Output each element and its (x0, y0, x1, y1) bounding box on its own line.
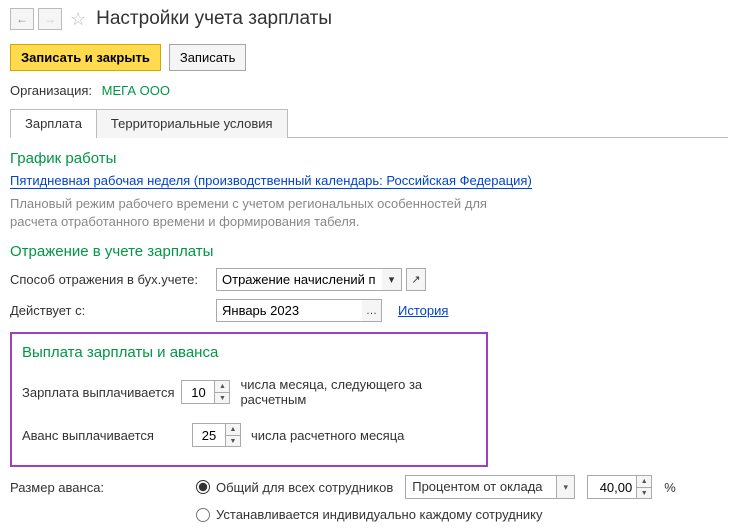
tab-salary[interactable]: Зарплата (10, 109, 97, 138)
org-label: Организация: (10, 83, 92, 98)
advance-percent-input[interactable] (588, 476, 636, 498)
advance-method-dropdown[interactable]: Процентом от оклада ▾ (405, 475, 575, 499)
history-link[interactable]: История (398, 303, 448, 318)
schedule-link[interactable]: Пятидневная рабочая неделя (производстве… (10, 173, 532, 189)
advance-method-arrow-icon[interactable]: ▾ (556, 476, 574, 498)
back-button[interactable]: ← (10, 8, 34, 30)
salary-day-input[interactable] (182, 381, 214, 403)
method-dropdown-icon[interactable]: ▾ (382, 268, 402, 291)
payment-highlight-box: Выплата зарплаты и аванса Зарплата выпла… (10, 332, 488, 467)
save-button[interactable]: Записать (169, 44, 247, 71)
method-input[interactable] (216, 268, 382, 291)
section-schedule-title: График работы (10, 150, 728, 167)
advance-pay-label: Аванс выплачивается (22, 428, 192, 443)
advance-method-value: Процентом от оклада (406, 476, 556, 498)
salary-day-down-icon[interactable]: ▼ (215, 392, 229, 403)
tab-territory[interactable]: Территориальные условия (96, 109, 288, 138)
section-accounting-title: Отражение в учете зарплаты (10, 243, 728, 260)
advance-day-input[interactable] (193, 424, 225, 446)
advance-day-down-icon[interactable]: ▼ (226, 435, 240, 446)
method-open-icon[interactable]: ↗ (406, 268, 426, 291)
favorite-star-icon[interactable]: ☆ (70, 9, 86, 30)
effective-picker-icon[interactable]: … (362, 299, 382, 322)
percent-up-icon[interactable]: ▲ (637, 476, 651, 487)
page-title: Настройки учета зарплаты (96, 8, 332, 30)
org-value[interactable]: МЕГА ООО (102, 83, 170, 98)
save-close-button[interactable]: Записать и закрыть (10, 44, 161, 71)
effective-label: Действует с: (10, 303, 210, 318)
percent-down-icon[interactable]: ▼ (637, 487, 651, 498)
forward-button[interactable]: → (38, 8, 62, 30)
schedule-help: Плановый режим рабочего времени с учетом… (10, 195, 530, 231)
advance-common-text: Общий для всех сотрудников (216, 480, 393, 495)
salary-pay-note: числа месяца, следующего за расчетным (240, 377, 476, 407)
method-label: Способ отражения в бух.учете: (10, 272, 210, 287)
percent-sign: % (664, 480, 676, 495)
advance-size-label: Размер аванса: (10, 480, 190, 495)
advance-pay-note: числа расчетного месяца (251, 428, 404, 443)
section-payment-title: Выплата зарплаты и аванса (22, 344, 476, 361)
salary-pay-label: Зарплата выплачивается (22, 385, 181, 400)
salary-day-up-icon[interactable]: ▲ (215, 381, 229, 392)
effective-input[interactable] (216, 299, 362, 322)
advance-common-radio[interactable] (196, 480, 210, 494)
advance-day-up-icon[interactable]: ▲ (226, 424, 240, 435)
advance-common-option[interactable]: Общий для всех сотрудников (196, 480, 393, 495)
